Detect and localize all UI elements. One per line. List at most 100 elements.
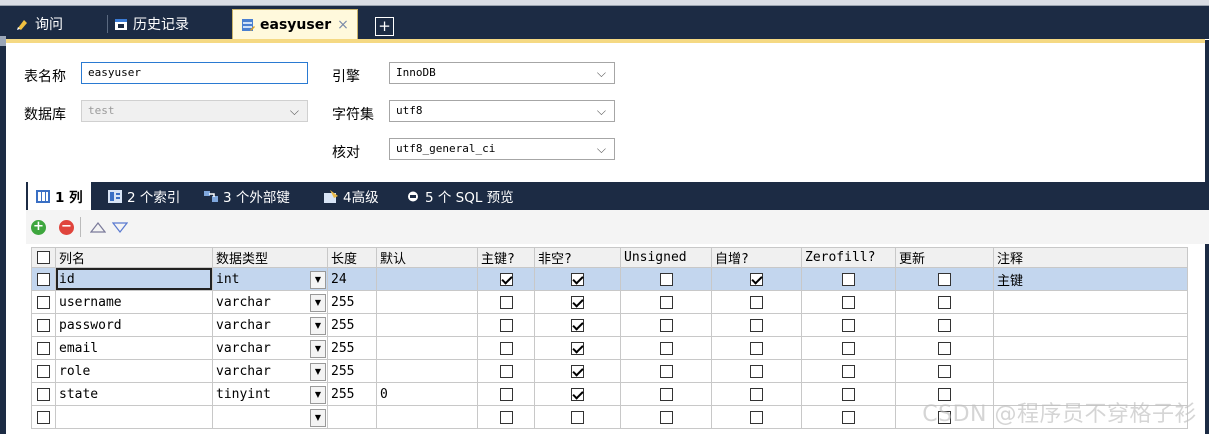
not-null-checkbox[interactable] [571, 387, 584, 401]
length-cell[interactable]: 255 [327, 382, 377, 406]
dropdown-arrow-icon[interactable]: ▼ [310, 294, 326, 312]
default-cell[interactable] [376, 405, 478, 429]
primary-key-cell[interactable] [477, 382, 535, 406]
auto-increment-checkbox[interactable] [750, 364, 763, 378]
collation-select[interactable]: utf8_general_ci ⌵ [389, 138, 615, 160]
zerofill-checkbox[interactable] [842, 272, 855, 286]
not-null-checkbox[interactable] [571, 410, 584, 424]
zerofill-checkbox[interactable] [842, 387, 855, 401]
default-cell[interactable]: 0 [376, 382, 478, 406]
unsigned-cell[interactable] [620, 336, 712, 360]
default-cell[interactable] [376, 313, 478, 337]
column-name-cell[interactable]: email [55, 336, 213, 360]
auto-increment-checkbox[interactable] [750, 318, 763, 332]
select-all-cell[interactable] [31, 247, 56, 268]
comment-cell[interactable] [993, 290, 1188, 314]
add-tab-button[interactable]: + [375, 17, 394, 36]
dropdown-arrow-icon[interactable]: ▼ [310, 386, 326, 404]
unsigned-checkbox[interactable] [659, 318, 673, 332]
row-select-cell[interactable] [31, 382, 56, 406]
row-select-checkbox[interactable] [37, 387, 50, 401]
zerofill-cell[interactable] [801, 336, 896, 360]
comment-cell[interactable] [993, 359, 1188, 383]
auto-increment-cell[interactable] [711, 336, 802, 360]
zerofill-checkbox[interactable] [842, 410, 855, 424]
update-checkbox[interactable] [938, 341, 951, 355]
subtab-sql-preview[interactable]: 5 个 SQL 预览 [406, 182, 514, 210]
auto-increment-cell[interactable] [711, 405, 802, 429]
default-cell[interactable] [376, 267, 478, 291]
primary-key-checkbox[interactable] [499, 364, 513, 378]
primary-key-checkbox[interactable] [499, 387, 513, 401]
zerofill-checkbox[interactable] [842, 341, 855, 355]
add-column-icon[interactable]: + [31, 220, 46, 235]
unsigned-cell[interactable] [620, 313, 712, 337]
unsigned-checkbox[interactable] [659, 410, 673, 424]
tab-history[interactable]: 历史记录 [114, 9, 224, 39]
unsigned-cell[interactable] [620, 359, 712, 383]
subtab-foreign-keys[interactable]: 3 个外部键 [204, 182, 290, 210]
default-cell[interactable] [376, 290, 478, 314]
not-null-checkbox[interactable] [571, 318, 584, 332]
primary-key-checkbox[interactable] [499, 272, 513, 286]
not-null-cell[interactable] [534, 290, 621, 314]
primary-key-checkbox[interactable] [499, 341, 513, 355]
unsigned-cell[interactable] [620, 267, 712, 291]
not-null-checkbox[interactable] [571, 364, 584, 378]
row-select-checkbox[interactable] [37, 410, 50, 424]
auto-increment-cell[interactable] [711, 267, 802, 291]
move-up-icon[interactable] [90, 221, 106, 233]
primary-key-cell[interactable] [477, 405, 535, 429]
primary-key-cell[interactable] [477, 313, 535, 337]
table-row[interactable]: id int ▼ 24 主键 [31, 267, 1188, 291]
row-select-cell[interactable] [31, 336, 56, 360]
default-cell[interactable] [376, 336, 478, 360]
header-auto-increment[interactable]: 自增? [711, 247, 802, 268]
update-cell[interactable] [895, 290, 994, 314]
header-default[interactable]: 默认 [376, 247, 478, 268]
data-type-cell[interactable]: varchar ▼ [212, 313, 328, 337]
length-cell[interactable]: 255 [327, 336, 377, 360]
table-row[interactable]: username varchar ▼ 255 [31, 290, 1188, 314]
unsigned-checkbox[interactable] [659, 341, 673, 355]
primary-key-checkbox[interactable] [499, 295, 513, 309]
zerofill-cell[interactable] [801, 267, 896, 291]
row-select-checkbox[interactable] [37, 341, 50, 355]
length-cell[interactable]: 255 [327, 359, 377, 383]
remove-column-icon[interactable]: − [59, 220, 74, 235]
auto-increment-cell[interactable] [711, 313, 802, 337]
row-select-cell[interactable] [31, 290, 56, 314]
update-checkbox[interactable] [938, 318, 951, 332]
length-cell[interactable]: 24 [327, 267, 377, 291]
comment-cell[interactable] [993, 336, 1188, 360]
primary-key-cell[interactable] [477, 290, 535, 314]
dropdown-arrow-icon[interactable]: ▼ [310, 317, 326, 335]
unsigned-checkbox[interactable] [659, 272, 673, 286]
data-type-cell[interactable]: varchar ▼ [212, 359, 328, 383]
move-down-icon[interactable] [112, 222, 128, 234]
not-null-cell[interactable] [534, 267, 621, 291]
table-name-input[interactable]: easyuser [81, 62, 308, 84]
header-update[interactable]: 更新 [895, 247, 994, 268]
unsigned-checkbox[interactable] [659, 295, 673, 309]
header-comment[interactable]: 注释 [993, 247, 1188, 268]
auto-increment-checkbox[interactable] [750, 341, 763, 355]
not-null-cell[interactable] [534, 313, 621, 337]
zerofill-cell[interactable] [801, 405, 896, 429]
tab-query[interactable]: 询问 [16, 9, 108, 39]
column-name-cell[interactable]: role [55, 359, 213, 383]
row-select-cell[interactable] [31, 359, 56, 383]
dropdown-arrow-icon[interactable]: ▼ [310, 271, 326, 289]
zerofill-checkbox[interactable] [842, 318, 855, 332]
row-select-checkbox[interactable] [37, 295, 50, 309]
dropdown-arrow-icon[interactable]: ▼ [310, 340, 326, 358]
comment-cell[interactable]: 主键 [993, 267, 1188, 291]
auto-increment-checkbox[interactable] [750, 295, 763, 309]
not-null-cell[interactable] [534, 359, 621, 383]
column-name-cell[interactable]: id [55, 267, 213, 291]
primary-key-cell[interactable] [477, 267, 535, 291]
data-type-cell[interactable]: varchar ▼ [212, 290, 328, 314]
not-null-checkbox[interactable] [571, 295, 584, 309]
data-type-cell[interactable]: tinyint ▼ [212, 382, 328, 406]
auto-increment-cell[interactable] [711, 359, 802, 383]
